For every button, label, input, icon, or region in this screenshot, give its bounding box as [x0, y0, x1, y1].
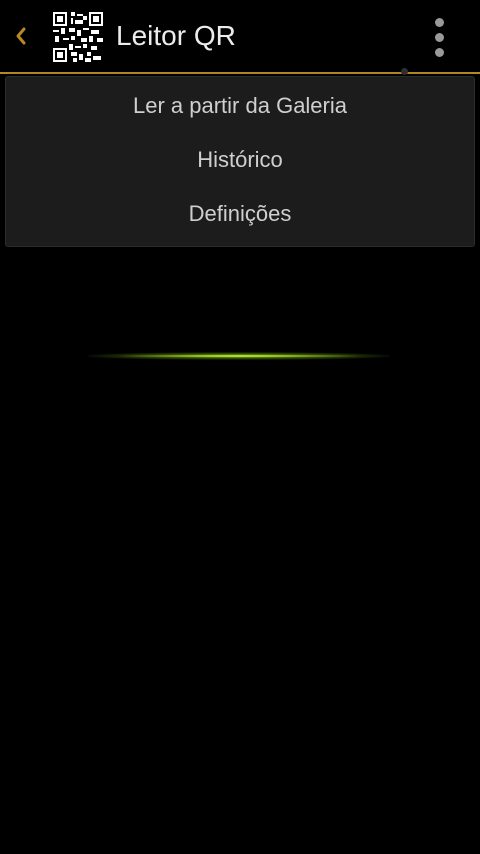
action-bar-divider: [0, 72, 480, 74]
menu-item-history[interactable]: Histórico: [6, 133, 474, 187]
overflow-menu-button[interactable]: [420, 12, 460, 62]
app-title: Leitor QR: [116, 20, 236, 51]
scanner-line-core: [120, 355, 360, 357]
menu-anchor-dot: [401, 68, 408, 75]
menu-item-settings[interactable]: Definições: [6, 187, 474, 241]
more-vertical-icon-dot: [435, 33, 444, 42]
chevron-left-icon[interactable]: [12, 20, 30, 52]
more-vertical-icon-dot: [435, 48, 444, 57]
qr-reader-screen: Leitor QR Ler a partir da Galeria Histór…: [0, 0, 480, 854]
more-vertical-icon-dot: [435, 18, 444, 27]
popup-menu: Ler a partir da Galeria Histórico Defini…: [5, 76, 475, 247]
menu-item-read-from-gallery[interactable]: Ler a partir da Galeria: [6, 79, 474, 133]
action-bar: Leitor QR: [0, 0, 480, 72]
qr-code-icon[interactable]: [53, 12, 103, 62]
